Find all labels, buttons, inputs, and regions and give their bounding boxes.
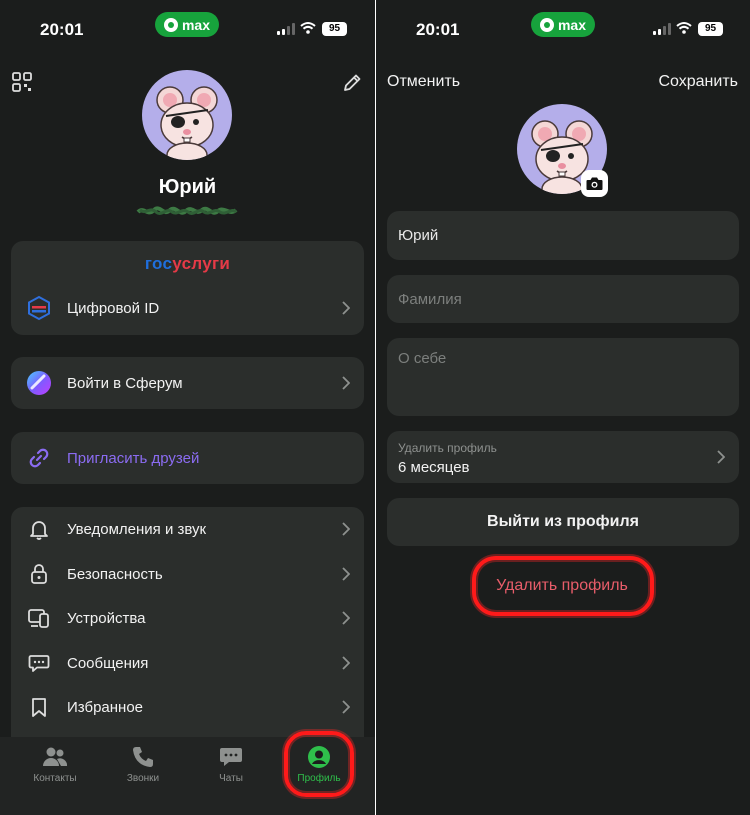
max-logo-icon [539,17,554,32]
chevron-right-icon [342,522,350,536]
tab-calls[interactable]: Звонки [108,745,178,795]
lock-icon [26,561,52,587]
first-name-field[interactable]: Юрий [387,211,739,260]
bell-icon [26,516,52,542]
phone-icon [133,747,153,767]
delete-period-label: Удалить профиль [398,441,497,455]
message-icon [26,650,52,676]
tab-chats[interactable]: Чаты [196,745,266,795]
camera-icon [586,177,603,190]
mouse-pirate-illustration [156,86,218,160]
profile-name: Юрий [158,176,217,198]
settings-item-devices[interactable]: Устройства [11,596,364,640]
cancel-button[interactable]: Отменить [387,73,460,91]
settings-list: Уведомления и звук Безопасность Устройст… [11,507,364,747]
signal-icon [653,23,671,35]
edit-profile-screen: 20:01 max 95 Отменить Сохранить Юрий Фам… [376,0,750,815]
chevron-right-icon [342,611,350,625]
last-name-placeholder: Фамилия [398,291,462,308]
digital-id-row[interactable]: Цифровой ID [11,286,364,330]
settings-item-messages[interactable]: Сообщения [11,641,364,685]
max-logo-icon [163,17,178,32]
chevron-right-icon [342,376,350,390]
status-time: 20:01 [40,20,84,39]
redacted-phone-scribble [136,206,238,215]
chevron-right-icon [342,656,350,670]
edit-pencil-icon[interactable] [341,72,363,94]
tab-contacts[interactable]: Контакты [20,745,90,795]
status-bar: 20:01 max 95 [0,0,375,58]
notifications-label: Уведомления и звук [67,520,207,538]
contacts-icon [43,747,68,766]
chevron-right-icon [342,301,350,315]
chevron-right-icon [717,450,725,464]
tab-contacts-label: Контакты [33,773,77,784]
chevron-right-icon [342,567,350,581]
messages-label: Сообщения [67,654,149,672]
settings-item-security[interactable]: Безопасность [11,552,364,596]
red-highlight-annotation [472,556,654,616]
link-icon [26,445,52,471]
about-placeholder: О себе [398,350,447,367]
invite-friends-label: Пригласить друзей [67,449,200,467]
signal-icon [277,23,295,35]
settings-item-notifications[interactable]: Уведомления и звук [11,507,364,551]
devices-label: Устройства [67,609,146,627]
sferum-card[interactable]: Войти в Сферум [11,357,364,409]
battery-icon: 95 [322,22,347,36]
invite-card[interactable]: Пригласить друзей [11,432,364,484]
first-name-value: Юрий [398,227,439,244]
status-bar: 20:01 max 95 [376,0,750,58]
chat-icon [220,748,242,766]
battery-icon: 95 [698,22,723,36]
gosuslugi-card: госуслуги Цифровой ID [11,241,364,335]
profile-avatar[interactable] [142,70,232,160]
sferum-label: Войти в Сферум [67,374,183,392]
sferum-row[interactable]: Войти в Сферум [11,361,364,405]
max-pill-label: max [181,16,211,33]
settings-item-favorites[interactable]: Избранное [11,685,364,729]
tab-chats-label: Чаты [219,773,243,784]
sferum-icon [26,370,52,396]
tab-calls-label: Звонки [126,773,160,784]
last-name-field[interactable]: Фамилия [387,275,739,323]
max-app-pill[interactable]: max [155,12,219,37]
status-time: 20:01 [416,20,460,39]
change-photo-button[interactable] [581,170,608,197]
logout-button[interactable]: Выйти из профиля [387,498,739,546]
chevron-right-icon [342,700,350,714]
wifi-icon [300,22,316,34]
max-pill-label: max [557,16,587,33]
gosuslugi-logo: госуслуги [144,254,231,273]
delete-profile-period-selector[interactable]: Удалить профиль 6 месяцев [387,431,739,483]
save-button[interactable]: Сохранить [658,73,738,91]
wifi-icon [676,22,692,34]
favorites-label: Избранное [67,698,144,716]
security-label: Безопасность [67,565,163,583]
digital-id-label: Цифровой ID [67,299,160,317]
bookmark-icon [26,694,52,720]
digital-id-icon [26,295,52,321]
delete-period-value: 6 месяцев [398,459,470,476]
profile-screen: 20:01 max 95 Юрий госуслуги Цифровой ID … [0,0,375,815]
devices-icon [26,605,52,631]
red-highlight-annotation [284,731,354,797]
about-field[interactable]: О себе [387,338,739,416]
invite-row[interactable]: Пригласить друзей [11,436,364,480]
qr-code-icon[interactable] [12,72,32,92]
max-app-pill[interactable]: max [531,12,595,37]
